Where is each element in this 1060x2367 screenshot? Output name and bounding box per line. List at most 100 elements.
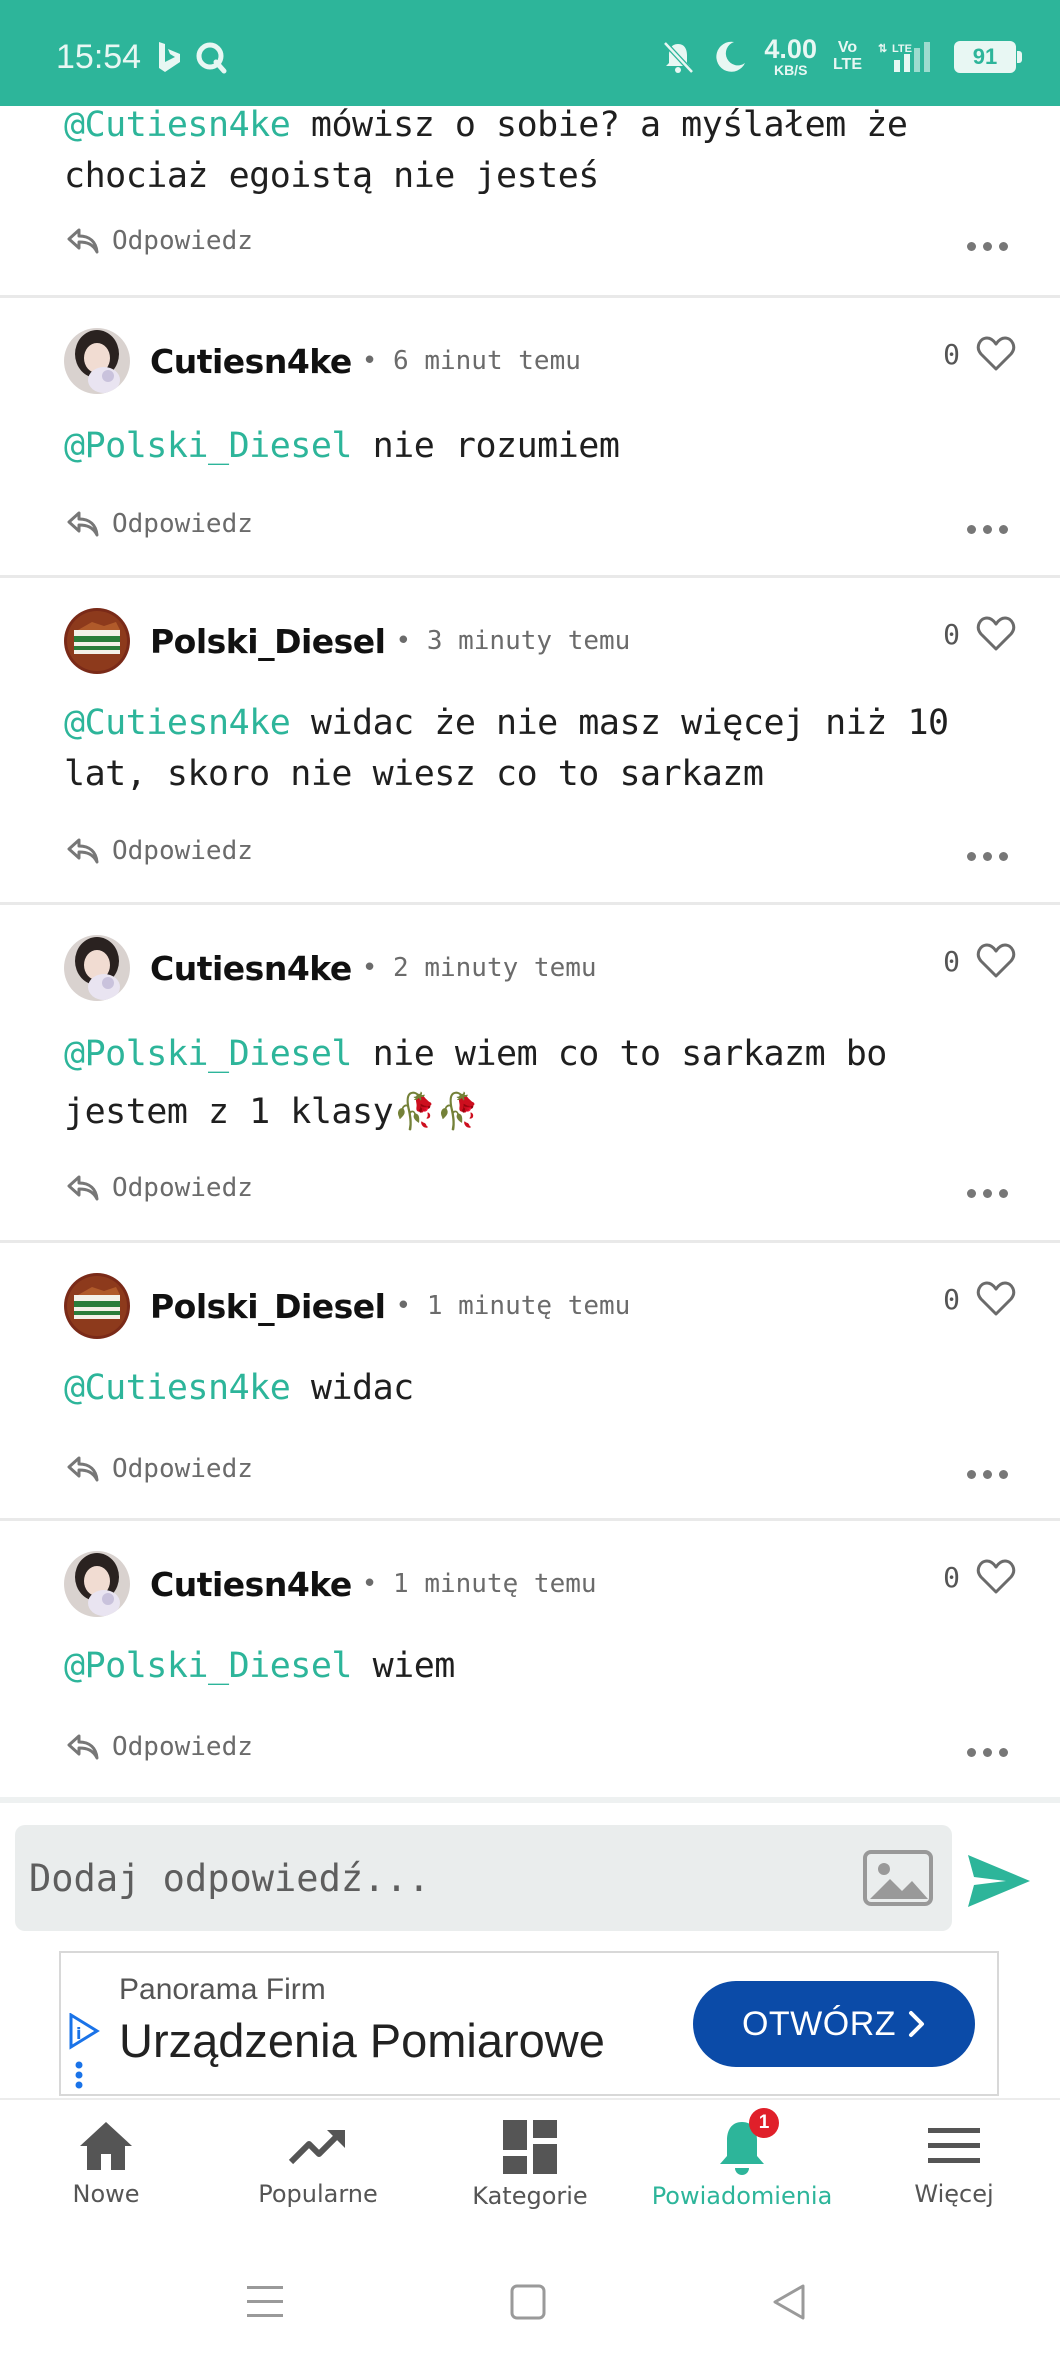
mention-link[interactable]: @Polski_Diesel: [64, 426, 353, 466]
search-q-icon: [196, 42, 227, 74]
reply-icon: [67, 838, 99, 864]
comment-text: @Cutiesn4ke widac że nie masz więcej niż…: [64, 703, 949, 794]
reply-button[interactable]: Odpowiedz: [66, 509, 253, 539]
like-control: 0: [943, 1281, 1016, 1317]
comment-item: Cutiesn4ke • 6 minut temu 0 @Polski_Dies…: [0, 298, 1060, 578]
like-count: 0: [943, 944, 960, 978]
comment-item: Polski_Diesel • 3 minuty temu 0 @Cutiesn…: [0, 578, 1060, 905]
girl-avatar[interactable]: [64, 1551, 130, 1617]
reply-button[interactable]: Odpowiedz: [66, 1173, 253, 1203]
more-options-icon[interactable]: [967, 1470, 1008, 1479]
chevron-right-icon: [909, 2011, 925, 2037]
like-control: 0: [943, 336, 1016, 372]
more-options-icon[interactable]: [967, 242, 1008, 251]
image-attach-icon[interactable]: [862, 1849, 934, 1907]
home-icon: [80, 2122, 132, 2170]
comment-item: Cutiesn4ke • 2 minuty temu 0 @Polski_Die…: [0, 905, 1060, 1243]
nav-item-popularne[interactable]: Popularne: [212, 2100, 424, 2250]
reply-button[interactable]: Odpowiedz: [66, 836, 253, 866]
nav-item-nowe[interactable]: Nowe: [0, 2100, 212, 2250]
back-icon[interactable]: [772, 2284, 806, 2320]
ad-info-icon[interactable]: i: [67, 2013, 101, 2093]
ad-banner[interactable]: i Panorama Firm Urządzenia Pomiarowe OTW…: [59, 1951, 999, 2096]
like-control: 0: [943, 1559, 1016, 1595]
reply-icon: [67, 1456, 99, 1482]
mention-link[interactable]: @Cutiesn4ke: [64, 105, 291, 145]
more-options-icon[interactable]: [967, 1189, 1008, 1198]
mention-link[interactable]: @Cutiesn4ke: [64, 703, 291, 743]
svg-text:i: i: [76, 2024, 81, 2043]
comment-username[interactable]: Cutiesn4ke: [150, 342, 352, 381]
nav-item-powiadomienia[interactable]: 1 Powiadomienia: [636, 2100, 848, 2250]
nav-item-kategorie[interactable]: Kategorie: [424, 2100, 636, 2250]
home-button-icon[interactable]: [510, 2284, 546, 2320]
comment-text: @Polski_Diesel wiem: [64, 1646, 455, 1686]
reply-icon: [67, 511, 99, 537]
comment-timestamp: • 2 minuty temu: [361, 953, 597, 983]
nav-item-wiecej[interactable]: Więcej: [848, 2100, 1060, 2250]
menu-icon: [928, 2128, 980, 2163]
comment-text: @Cutiesn4ke widac: [64, 1368, 414, 1408]
mention-link[interactable]: @Polski_Diesel: [64, 1034, 353, 1074]
like-control: 0: [943, 616, 1016, 652]
recent-apps-icon[interactable]: [246, 2284, 284, 2320]
ad-brand: Panorama Firm: [119, 1973, 326, 2006]
status-app-icons: [156, 40, 228, 74]
girl-avatar[interactable]: [64, 935, 130, 1001]
notification-badge: 1: [749, 2108, 779, 2138]
comment-username[interactable]: Polski_Diesel: [150, 1287, 386, 1326]
comment-item: Cutiesn4ke • 1 minutę temu 0 @Polski_Die…: [0, 1521, 1060, 1799]
trending-icon: [288, 2130, 345, 2165]
heart-icon[interactable]: [976, 943, 1016, 979]
more-options-icon[interactable]: [967, 525, 1008, 534]
svg-text:⇅: ⇅: [878, 43, 887, 55]
bottom-navigation: Nowe Popularne Kategorie 1 Powiadomienia…: [0, 2098, 1060, 2250]
reply-icon: [67, 1175, 99, 1201]
comment-text: @Polski_Diesel nie wiem co to sarkazm bo…: [64, 1034, 887, 1132]
ad-open-button[interactable]: OTWÓRZ: [693, 1981, 975, 2067]
mention-link[interactable]: @Cutiesn4ke: [64, 1368, 291, 1408]
like-count: 0: [943, 1282, 960, 1316]
comment-header: Cutiesn4ke • 1 minutę temu: [64, 1549, 597, 1619]
heart-icon[interactable]: [976, 1559, 1016, 1595]
like-count: 0: [943, 1560, 960, 1594]
comment-text: @Cutiesn4ke mówisz o sobie? a myślałem ż…: [64, 105, 908, 196]
heart-icon[interactable]: [976, 336, 1016, 372]
do-not-disturb-moon-icon: [716, 41, 746, 72]
comment-timestamp: • 6 minut temu: [361, 346, 581, 376]
reply-button[interactable]: Odpowiedz: [66, 1732, 253, 1762]
reply-button[interactable]: Odpowiedz: [66, 226, 253, 256]
comment-username[interactable]: Polski_Diesel: [150, 622, 386, 661]
comment-header: Cutiesn4ke • 6 minut temu: [64, 326, 581, 396]
send-icon[interactable]: [966, 1853, 1032, 1909]
reply-icon: [67, 228, 99, 254]
reply-composer: [0, 1797, 1060, 1947]
volte-indicator: Vo LTE: [832, 38, 862, 73]
flag-avatar[interactable]: [64, 1273, 130, 1339]
comment-username[interactable]: Cutiesn4ke: [150, 1565, 352, 1604]
reply-button[interactable]: Odpowiedz: [66, 1454, 253, 1484]
network-speed: 4.00 KB/S: [764, 34, 817, 78]
more-options-icon[interactable]: [967, 852, 1008, 861]
more-options-icon[interactable]: [967, 1748, 1008, 1757]
status-bar: 15:54 4.00 KB/S Vo LTE ⇅ LTE 91: [0, 0, 1060, 106]
like-control: 0: [943, 943, 1016, 979]
reply-icon: [67, 1734, 99, 1760]
girl-avatar[interactable]: [64, 328, 130, 394]
comment-timestamp: • 1 minutę temu: [395, 1291, 631, 1321]
flag-avatar[interactable]: [64, 608, 130, 674]
mention-link[interactable]: @Polski_Diesel: [64, 1646, 353, 1686]
like-count: 0: [943, 337, 960, 371]
heart-icon[interactable]: [976, 616, 1016, 652]
comment-header: Polski_Diesel • 1 minutę temu: [64, 1271, 630, 1341]
battery-indicator: 91: [954, 40, 1022, 73]
comment-text: @Polski_Diesel nie rozumiem: [64, 426, 620, 466]
mute-icon: [663, 40, 695, 74]
comment-username[interactable]: Cutiesn4ke: [150, 949, 352, 988]
svg-text:LTE: LTE: [892, 43, 912, 55]
reply-input[interactable]: [29, 1825, 849, 1931]
bing-icon: [159, 42, 180, 72]
heart-icon[interactable]: [976, 1281, 1016, 1317]
reply-input-container: [15, 1825, 952, 1931]
system-navigation-bar: [0, 2250, 1060, 2367]
